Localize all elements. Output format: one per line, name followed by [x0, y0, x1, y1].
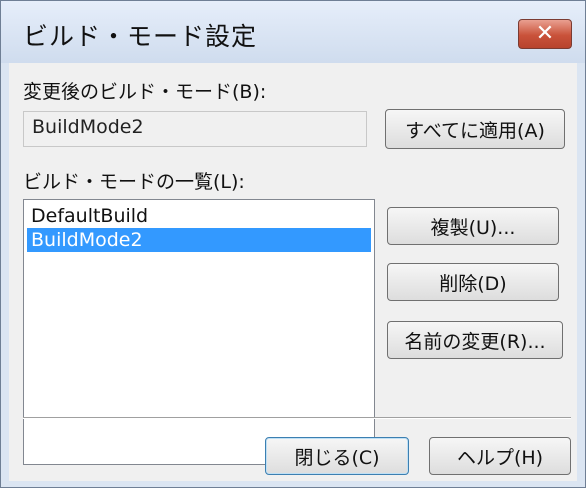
list-item[interactable]: DefaultBuild — [27, 204, 371, 228]
duplicate-button[interactable]: 複製(U)... — [387, 207, 559, 245]
close-window-button[interactable]: ✕ — [518, 19, 572, 49]
separator — [23, 417, 571, 419]
build-mode-listbox[interactable]: DefaultBuild BuildMode2 — [23, 199, 375, 465]
target-mode-label: 変更後のビルド・モード(B): — [23, 81, 267, 103]
window-title: ビルド・モード設定 — [23, 22, 258, 51]
target-mode-field: BuildMode2 — [23, 111, 367, 147]
close-icon: ✕ — [535, 21, 555, 46]
apply-all-button[interactable]: すべてに適用(A) — [385, 109, 565, 149]
help-button[interactable]: ヘルプ(H) — [429, 437, 571, 475]
rename-button[interactable]: 名前の変更(R)... — [387, 321, 563, 359]
delete-button[interactable]: 削除(D) — [387, 263, 559, 301]
close-button[interactable]: 閉じる(C) — [265, 437, 409, 475]
build-mode-settings-dialog: ビルド・モード設定 ✕ 変更後のビルド・モード(B): BuildMode2 す… — [0, 0, 586, 488]
title-bar[interactable]: ビルド・モード設定 ✕ — [1, 1, 585, 63]
list-item[interactable]: BuildMode2 — [27, 228, 371, 252]
mode-list-label: ビルド・モードの一覧(L): — [23, 171, 245, 193]
dialog-client-area: 変更後のビルド・モード(B): BuildMode2 すべてに適用(A) ビルド… — [9, 63, 577, 481]
